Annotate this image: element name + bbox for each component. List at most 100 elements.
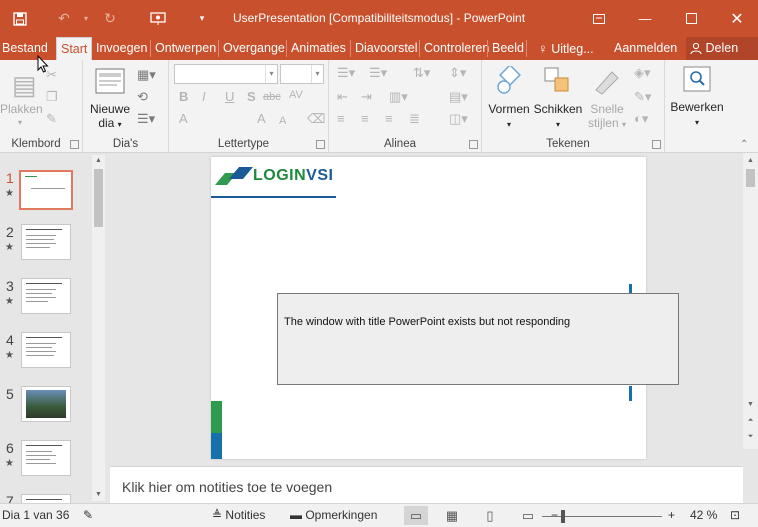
paste-dropdown-icon[interactable]: ▾	[0, 116, 40, 130]
slide-thumbnail-4[interactable]	[21, 332, 71, 368]
scroll-up-icon[interactable]: ▲	[92, 155, 105, 167]
thumb-line	[26, 463, 56, 464]
paste-button[interactable]: Plakken	[0, 102, 43, 116]
new-slide-button[interactable]: Nieuwe dia ▾	[87, 102, 133, 132]
line-spacing-icon[interactable]: ⇅▾	[413, 66, 430, 80]
text-direction-icon[interactable]: ⇕▾	[449, 66, 466, 80]
align-left-icon[interactable]: ≡	[337, 112, 345, 126]
columns-icon[interactable]: ▥▾	[389, 90, 408, 104]
reading-view-icon[interactable]: ▯	[478, 506, 502, 525]
thumbnail-scrollbar[interactable]: ▲ ▼	[92, 155, 105, 501]
shrink-font-icon[interactable]: A	[279, 114, 286, 128]
grow-font-icon[interactable]: A	[257, 112, 266, 126]
previous-slide-icon[interactable]: ⏶	[744, 415, 757, 427]
drawing-launcher-icon[interactable]	[652, 140, 661, 149]
next-slide-icon[interactable]: ⏷	[744, 431, 757, 443]
editing-button[interactable]: Bewerken ▾	[665, 100, 729, 130]
zoom-in-icon[interactable]: +	[668, 508, 675, 522]
ribbon: ▤ Plakken ▾ ✂ ❐ ✎ Klembord Nieuwe dia ▾ …	[0, 60, 758, 153]
scroll-up-icon[interactable]: ▲	[744, 155, 757, 167]
zoom-slider-knob[interactable]	[561, 510, 566, 523]
tab-diavoorstel[interactable]: Diavoorstel	[351, 37, 422, 60]
comments-toggle[interactable]: ▬ Opmerkingen	[290, 508, 377, 522]
paragraph-launcher-icon[interactable]	[469, 140, 478, 149]
tab-beeld[interactable]: Beeld	[488, 37, 528, 60]
notes-pane[interactable]: Klik hier om notities toe te voegen	[110, 466, 743, 503]
tab-invoegen[interactable]: Invoegen	[92, 37, 151, 60]
strikethrough-icon[interactable]: abc	[263, 90, 281, 104]
italic-icon[interactable]: I	[202, 90, 206, 104]
sign-in-link[interactable]: Aanmelden	[610, 37, 681, 60]
slide-thumbnail-2[interactable]	[21, 224, 71, 260]
clear-formatting-icon[interactable]: ⌫	[307, 112, 325, 126]
scroll-thumb[interactable]	[746, 169, 755, 187]
maximize-icon[interactable]	[668, 0, 714, 37]
tab-ontwerpen[interactable]: Ontwerpen	[151, 37, 220, 60]
editor-scrollbar[interactable]: ▲ ▼ ⏶ ⏷	[743, 153, 758, 449]
slide-sorter-icon[interactable]: ▦	[440, 506, 464, 525]
collapse-ribbon-icon[interactable]: ⌃	[740, 138, 748, 152]
ribbon-display-options-icon[interactable]	[576, 0, 622, 37]
align-text-icon[interactable]: ▤▾	[449, 90, 468, 104]
zoom-out-icon[interactable]: −	[551, 508, 558, 522]
tab-controleren[interactable]: Controleren	[420, 37, 493, 60]
section-icon[interactable]: ☰▾	[137, 112, 155, 126]
scroll-down-icon[interactable]: ▼	[92, 489, 105, 501]
format-painter-icon[interactable]: ✎	[46, 112, 57, 126]
font-color-icon[interactable]: A	[179, 112, 188, 126]
quick-styles-icon	[592, 66, 622, 99]
group-paragraph: ☰▾ ☰▾ ⇅▾ ⇕▾ ⇤ ⇥ ▥▾ ▤▾ ≡ ≡ ≡ ≣ ◫▾ Alinea	[329, 60, 482, 153]
decrease-indent-icon[interactable]: ⇤	[337, 90, 348, 104]
reset-icon[interactable]: ⟲	[137, 90, 148, 104]
zoom-slider[interactable]	[542, 516, 662, 517]
increase-indent-icon[interactable]: ⇥	[361, 90, 372, 104]
font-name-combo[interactable]: ▾	[174, 64, 278, 84]
tab-overgangen[interactable]: Overgange	[219, 37, 289, 60]
shape-fill-icon[interactable]: ◈▾	[634, 66, 651, 80]
scroll-down-icon[interactable]: ▼	[744, 399, 757, 411]
minimize-icon[interactable]: —	[622, 0, 668, 37]
copy-icon[interactable]: ❐	[46, 90, 58, 104]
tab-start[interactable]: Start	[56, 37, 93, 60]
spelling-check-icon[interactable]: ✎	[83, 508, 93, 522]
bold-icon[interactable]: B	[179, 90, 188, 104]
fit-to-window-icon[interactable]: ⊡	[730, 508, 740, 522]
character-spacing-icon[interactable]: AV	[289, 88, 303, 102]
underline-icon[interactable]: U	[225, 90, 234, 104]
zoom-level[interactable]: 42 %	[690, 508, 717, 522]
notes-toggle[interactable]: ≜ Notities	[212, 508, 265, 522]
slide-counter: Dia 1 van 36	[2, 508, 70, 522]
scroll-thumb[interactable]	[94, 169, 103, 227]
justify-icon[interactable]: ≣	[409, 112, 420, 126]
notes-placeholder[interactable]: Klik hier om notities toe te voegen	[122, 479, 332, 495]
thumb-line	[26, 451, 52, 452]
share-button[interactable]: Delen	[686, 37, 758, 60]
shape-effects-icon[interactable]: ◐▾	[634, 112, 648, 126]
shapes-button[interactable]: Vormen ▾	[486, 102, 532, 132]
align-center-icon[interactable]: ≡	[361, 112, 369, 126]
numbering-icon[interactable]: ☰▾	[369, 66, 387, 80]
slide-thumbnail-1[interactable]	[19, 170, 73, 210]
font-size-combo[interactable]: ▾	[280, 64, 324, 84]
close-icon[interactable]: ✕	[714, 0, 758, 37]
tell-me-box[interactable]: ♀ Uitleg...	[534, 37, 598, 60]
slide-thumbnail-7[interactable]	[21, 494, 71, 503]
text-shadow-icon[interactable]: S	[247, 90, 256, 104]
slide-thumbnail-3[interactable]	[21, 278, 71, 314]
arrange-button[interactable]: Schikken ▾	[532, 102, 584, 132]
slide-thumbnail-5[interactable]	[21, 386, 71, 422]
normal-view-icon[interactable]: ▭	[404, 506, 428, 525]
align-right-icon[interactable]: ≡	[385, 112, 393, 126]
font-launcher-icon[interactable]	[316, 140, 325, 149]
shape-outline-icon[interactable]: ✎▾	[634, 90, 651, 104]
quick-styles-button[interactable]: Snelle stijlen ▾	[584, 102, 630, 132]
clipboard-launcher-icon[interactable]	[70, 140, 79, 149]
bullets-icon[interactable]: ☰▾	[337, 66, 355, 80]
lightbulb-icon: ♀	[538, 41, 548, 56]
tab-animaties[interactable]: Animaties	[287, 37, 350, 60]
smartart-icon[interactable]: ◫▾	[449, 112, 468, 126]
slide-thumbnail-pane: 1 ★ 2 ★ 3 ★ 4 ★ 5 6 ★ 7 ▲ ▼	[0, 153, 110, 509]
slide-thumbnail-6[interactable]	[21, 440, 71, 476]
slideshow-icon[interactable]: ▭	[516, 506, 540, 525]
layout-icon[interactable]: ▦▾	[137, 68, 156, 82]
